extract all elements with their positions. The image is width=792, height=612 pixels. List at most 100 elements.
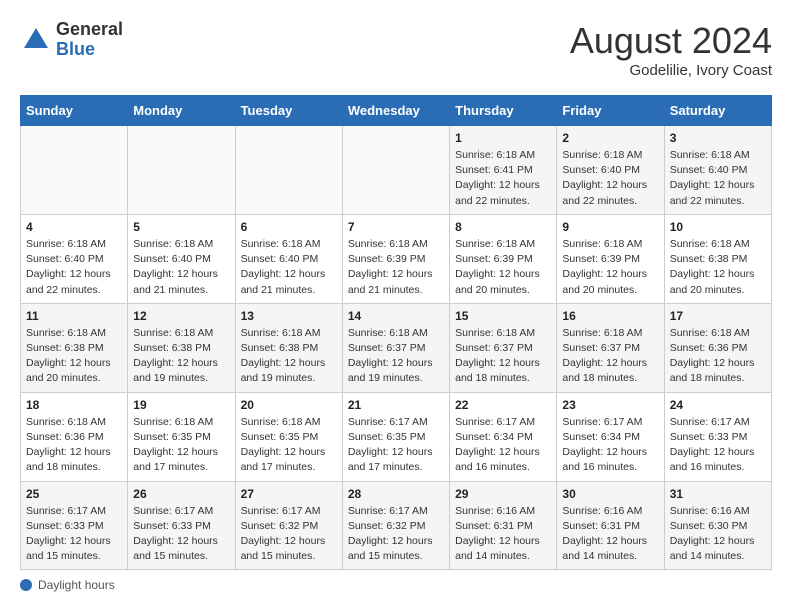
calendar-cell: 9 Sunrise: 6:18 AMSunset: 6:39 PMDaylight… (557, 214, 664, 303)
calendar-cell: 17 Sunrise: 6:18 AMSunset: 6:36 PMDayligh… (664, 303, 771, 392)
day-info: Sunrise: 6:17 AMSunset: 6:35 PMDaylight:… (348, 415, 444, 476)
day-number: 6 (241, 220, 337, 234)
day-info: Sunrise: 6:18 AMSunset: 6:38 PMDaylight:… (670, 237, 766, 298)
day-number: 23 (562, 398, 658, 412)
calendar-table: SundayMondayTuesdayWednesdayThursdayFrid… (20, 95, 772, 570)
generalblue-logo-icon (20, 24, 52, 56)
calendar-cell: 5Sunrise: 6:18 AMSunset: 6:40 PMDaylight… (128, 214, 235, 303)
weekday-header-row: SundayMondayTuesdayWednesdayThursdayFrid… (21, 96, 772, 126)
calendar-cell (128, 126, 235, 215)
month-year-title: August 2024 (570, 20, 772, 62)
weekday-header-saturday: Saturday (664, 96, 771, 126)
day-number: 31 (670, 487, 766, 501)
day-info: Sunrise: 6:18 AMSunset: 6:37 PMDaylight:… (348, 326, 444, 387)
day-info: Sunrise: 6:18 AMSunset: 6:40 PMDaylight:… (133, 237, 229, 298)
calendar-cell: 27 Sunrise: 6:17 AMSunset: 6:32 PMDayligh… (235, 481, 342, 570)
day-info: Sunrise: 6:18 AMSunset: 6:40 PMDaylight:… (670, 148, 766, 209)
footer-dot-icon (20, 579, 32, 591)
day-number: 20 (241, 398, 337, 412)
calendar-cell: 12 Sunrise: 6:18 AMSunset: 6:38 PMDayligh… (128, 303, 235, 392)
day-number: 13 (241, 309, 337, 323)
calendar-week-row: 11 Sunrise: 6:18 AMSunset: 6:38 PMDayligh… (21, 303, 772, 392)
day-number: 9 (562, 220, 658, 234)
logo-text: General Blue (56, 20, 123, 60)
day-info: Sunrise: 6:18 AMSunset: 6:35 PMDaylight:… (241, 415, 337, 476)
logo: General Blue (20, 20, 123, 60)
calendar-cell: 28 Sunrise: 6:17 AMSunset: 6:32 PMDayligh… (342, 481, 449, 570)
calendar-cell (235, 126, 342, 215)
calendar-cell: 10 Sunrise: 6:18 AMSunset: 6:38 PMDayligh… (664, 214, 771, 303)
calendar-cell: 31Sunrise: 6:16 AMSunset: 6:30 PMDayligh… (664, 481, 771, 570)
day-info: Sunrise: 6:17 AMSunset: 6:32 PMDaylight:… (241, 504, 337, 565)
logo-blue: Blue (56, 39, 95, 59)
calendar-cell: 22 Sunrise: 6:17 AMSunset: 6:34 PMDayligh… (450, 392, 557, 481)
day-info: Sunrise: 6:17 AMSunset: 6:34 PMDaylight:… (562, 415, 658, 476)
calendar-cell: 25Sunrise: 6:17 AMSunset: 6:33 PMDayligh… (21, 481, 128, 570)
day-number: 24 (670, 398, 766, 412)
day-number: 28 (348, 487, 444, 501)
calendar-week-row: 1Sunrise: 6:18 AMSunset: 6:41 PMDaylight… (21, 126, 772, 215)
day-number: 12 (133, 309, 229, 323)
day-info: Sunrise: 6:18 AMSunset: 6:38 PMDaylight:… (133, 326, 229, 387)
day-info: Sunrise: 6:18 AMSunset: 6:40 PMDaylight:… (562, 148, 658, 209)
calendar-cell: 29 Sunrise: 6:16 AMSunset: 6:31 PMDayligh… (450, 481, 557, 570)
calendar-cell: 26Sunrise: 6:17 AMSunset: 6:33 PMDayligh… (128, 481, 235, 570)
day-info: Sunrise: 6:17 AMSunset: 6:34 PMDaylight:… (455, 415, 551, 476)
title-block: August 2024 Godelilie, Ivory Coast (570, 20, 772, 79)
day-number: 30 (562, 487, 658, 501)
calendar-cell: 13Sunrise: 6:18 AMSunset: 6:38 PMDayligh… (235, 303, 342, 392)
day-number: 18 (26, 398, 122, 412)
footer: Daylight hours (20, 578, 772, 592)
day-info: Sunrise: 6:18 AMSunset: 6:40 PMDaylight:… (26, 237, 122, 298)
day-number: 14 (348, 309, 444, 323)
footer-label: Daylight hours (38, 578, 115, 592)
calendar-cell: 20 Sunrise: 6:18 AMSunset: 6:35 PMDayligh… (235, 392, 342, 481)
day-number: 16 (562, 309, 658, 323)
day-info: Sunrise: 6:17 AMSunset: 6:33 PMDaylight:… (133, 504, 229, 565)
day-number: 27 (241, 487, 337, 501)
day-number: 7 (348, 220, 444, 234)
logo-general: General (56, 19, 123, 39)
calendar-cell: 19 Sunrise: 6:18 AMSunset: 6:35 PMDayligh… (128, 392, 235, 481)
calendar-cell: 24 Sunrise: 6:17 AMSunset: 6:33 PMDayligh… (664, 392, 771, 481)
calendar-cell: 15Sunrise: 6:18 AMSunset: 6:37 PMDayligh… (450, 303, 557, 392)
day-info: Sunrise: 6:18 AMSunset: 6:39 PMDaylight:… (455, 237, 551, 298)
weekday-header-wednesday: Wednesday (342, 96, 449, 126)
day-number: 11 (26, 309, 122, 323)
calendar-cell: 1Sunrise: 6:18 AMSunset: 6:41 PMDaylight… (450, 126, 557, 215)
day-info: Sunrise: 6:17 AMSunset: 6:33 PMDaylight:… (670, 415, 766, 476)
calendar-week-row: 18Sunrise: 6:18 AMSunset: 6:36 PMDayligh… (21, 392, 772, 481)
day-info: Sunrise: 6:18 AMSunset: 6:37 PMDaylight:… (562, 326, 658, 387)
weekday-header-friday: Friday (557, 96, 664, 126)
day-number: 22 (455, 398, 551, 412)
day-info: Sunrise: 6:18 AMSunset: 6:40 PMDaylight:… (241, 237, 337, 298)
day-number: 19 (133, 398, 229, 412)
day-info: Sunrise: 6:16 AMSunset: 6:31 PMDaylight:… (455, 504, 551, 565)
day-number: 10 (670, 220, 766, 234)
page-header: General Blue August 2024 Godelilie, Ivor… (20, 20, 772, 79)
day-info: Sunrise: 6:18 AMSunset: 6:36 PMDaylight:… (670, 326, 766, 387)
calendar-cell: 14 Sunrise: 6:18 AMSunset: 6:37 PMDayligh… (342, 303, 449, 392)
calendar-cell: 7Sunrise: 6:18 AMSunset: 6:39 PMDaylight… (342, 214, 449, 303)
calendar-cell: 23 Sunrise: 6:17 AMSunset: 6:34 PMDayligh… (557, 392, 664, 481)
weekday-header-thursday: Thursday (450, 96, 557, 126)
calendar-cell: 4Sunrise: 6:18 AMSunset: 6:40 PMDaylight… (21, 214, 128, 303)
day-number: 17 (670, 309, 766, 323)
day-info: Sunrise: 6:17 AMSunset: 6:32 PMDaylight:… (348, 504, 444, 565)
day-info: Sunrise: 6:18 AMSunset: 6:39 PMDaylight:… (562, 237, 658, 298)
day-info: Sunrise: 6:18 AMSunset: 6:35 PMDaylight:… (133, 415, 229, 476)
location-subtitle: Godelilie, Ivory Coast (570, 62, 772, 79)
calendar-cell: 2Sunrise: 6:18 AMSunset: 6:40 PMDaylight… (557, 126, 664, 215)
calendar-week-row: 25Sunrise: 6:17 AMSunset: 6:33 PMDayligh… (21, 481, 772, 570)
calendar-cell (342, 126, 449, 215)
day-info: Sunrise: 6:18 AMSunset: 6:41 PMDaylight:… (455, 148, 551, 209)
calendar-cell: 3Sunrise: 6:18 AMSunset: 6:40 PMDaylight… (664, 126, 771, 215)
calendar-cell: 16 Sunrise: 6:18 AMSunset: 6:37 PMDayligh… (557, 303, 664, 392)
calendar-header: SundayMondayTuesdayWednesdayThursdayFrid… (21, 96, 772, 126)
day-number: 21 (348, 398, 444, 412)
calendar-cell: 30Sunrise: 6:16 AMSunset: 6:31 PMDayligh… (557, 481, 664, 570)
day-number: 29 (455, 487, 551, 501)
calendar-cell: 8 Sunrise: 6:18 AMSunset: 6:39 PMDaylight… (450, 214, 557, 303)
day-number: 8 (455, 220, 551, 234)
day-info: Sunrise: 6:17 AMSunset: 6:33 PMDaylight:… (26, 504, 122, 565)
